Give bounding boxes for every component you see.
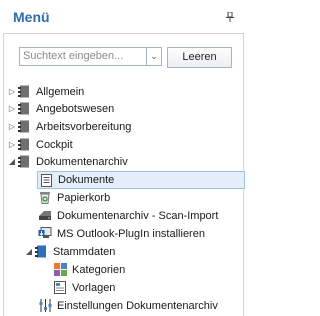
tree-item-outlook-plugin[interactable]: MS Outlook-PlugIn installieren (38, 225, 205, 242)
chevron-down-icon[interactable]: ⌄ (146, 48, 161, 65)
tree-item-label: Einstellungen Dokumentenarchiv (57, 299, 218, 312)
expand-arrow-icon[interactable]: ▷ (7, 87, 17, 96)
tree-item-vorlagen[interactable]: Vorlagen (53, 279, 115, 296)
tree-item-stammdaten[interactable]: ◢ Stammdaten (24, 243, 115, 260)
document-icon (39, 173, 53, 187)
tree-item-arbeitsvorbereitung[interactable]: ▷ Arbeitsvorbereitung (7, 118, 131, 135)
clear-button[interactable]: Leeren (167, 47, 232, 68)
tree-item-angebotswesen[interactable]: ▷ Angebotswesen (7, 100, 114, 117)
settings-sliders-icon (38, 299, 52, 313)
binder-icon (17, 138, 31, 152)
search-input[interactable] (20, 48, 145, 63)
binder-icon (17, 102, 31, 116)
tree-item-scan-import[interactable]: Dokumentenarchiv - Scan-Import (38, 207, 218, 224)
expand-arrow-icon[interactable]: ▷ (7, 104, 17, 113)
tree-item-dokumente[interactable]: Dokumente (37, 171, 245, 189)
install-icon (38, 227, 52, 241)
binder-icon (17, 155, 31, 169)
tree-item-label: Stammdaten (53, 245, 116, 258)
tree-item-label: Dokumentenarchiv - Scan-Import (57, 209, 219, 222)
tree-item-label: Vorlagen (72, 281, 116, 294)
tree-item-label: Arbeitsvorbereitung (36, 120, 132, 133)
tree-item-kategorien[interactable]: Kategorien (53, 261, 125, 278)
expand-arrow-icon[interactable]: ▷ (7, 122, 17, 131)
tree-item-label: Allgemein (36, 85, 85, 98)
menu-panel: ⌄ Leeren ▷ Allgemein ▷ Angebotswesen ▷ A… (3, 33, 245, 316)
tree-item-label: MS Outlook-PlugIn installieren (57, 227, 205, 240)
tree-item-dokumentenarchiv[interactable]: ◢ Dokumentenarchiv (7, 153, 128, 170)
tree-item-label: Papierkorb (57, 191, 111, 204)
expand-arrow-icon[interactable]: ▷ (7, 140, 17, 149)
tree-item-allgemein[interactable]: ▷ Allgemein (7, 83, 84, 100)
binder-blue-icon (34, 245, 48, 259)
collapse-arrow-icon[interactable]: ◢ (7, 157, 17, 166)
tree-item-einstellungen[interactable]: Einstellungen Dokumentenarchiv (38, 297, 218, 314)
tree-item-label: Kategorien (72, 263, 126, 276)
pin-icon[interactable] (226, 12, 234, 22)
binder-icon (17, 85, 31, 99)
trash-icon (38, 191, 52, 205)
menu-header: Menü (0, 0, 245, 30)
tree-item-label: Dokumente (58, 174, 115, 186)
tree-item-label: Angebotswesen (36, 102, 115, 115)
template-icon (53, 281, 67, 295)
categories-icon (53, 263, 67, 277)
scanner-icon (38, 209, 52, 223)
menu-title: Menü (13, 9, 50, 25)
tree-item-label: Cockpit (36, 138, 73, 151)
collapse-arrow-icon[interactable]: ◢ (24, 247, 34, 256)
tree-item-cockpit[interactable]: ▷ Cockpit (7, 136, 73, 153)
binder-icon (17, 120, 31, 134)
tree-item-label: Dokumentenarchiv (36, 155, 128, 168)
search-field[interactable]: ⌄ (19, 47, 162, 66)
tree-item-papierkorb[interactable]: Papierkorb (38, 189, 110, 206)
